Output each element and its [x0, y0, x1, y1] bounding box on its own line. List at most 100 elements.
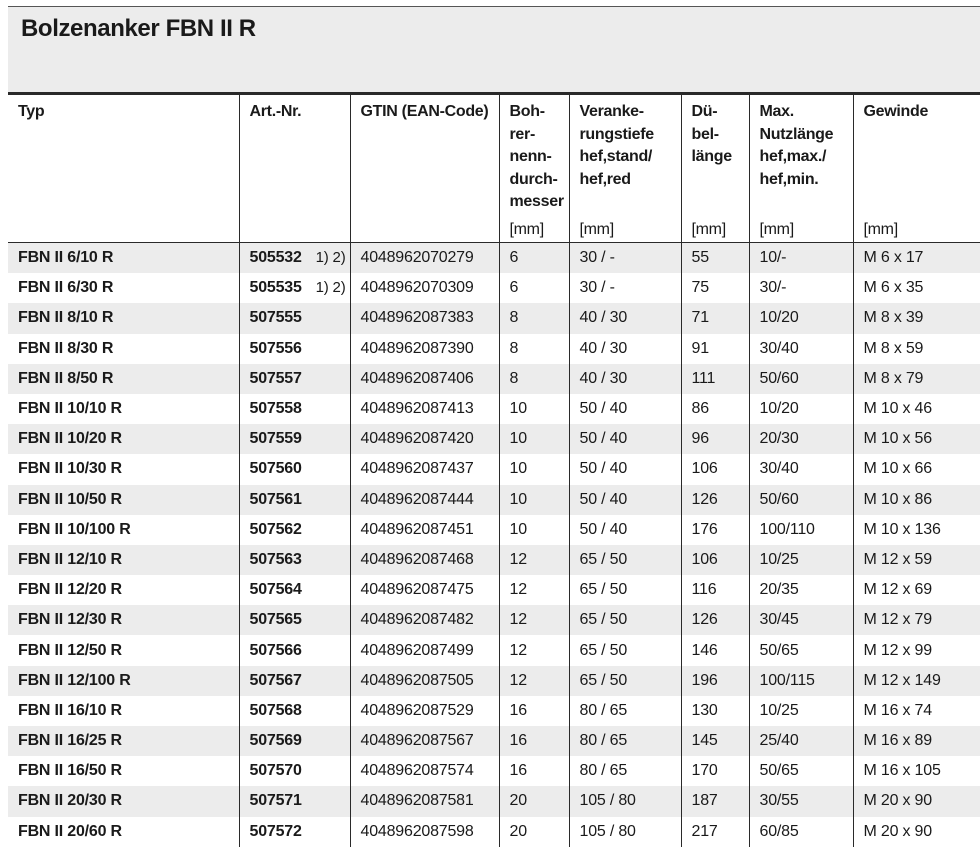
cell-duebellaenge: 196 — [681, 665, 750, 696]
cell-nutzlaenge: 30/40 — [749, 333, 854, 364]
art-nr-value: 507572 — [249, 822, 302, 840]
cell-gtin: 4048962070309 — [350, 273, 500, 304]
cell-gtin: 4048962087529 — [350, 695, 500, 726]
cell-nutzlaenge: 30/- — [749, 273, 854, 304]
cell-verankerungstiefe: 65 / 50 — [569, 544, 682, 576]
cell-art-nr: 507570 — [239, 756, 351, 787]
cell-gewinde: M 12 x 99 — [853, 635, 980, 666]
table-row: FBN II 16/50 R 507570 4048962087574 16 80 / … — [8, 756, 980, 787]
cell-bohrer: 12 — [499, 544, 570, 576]
header-label: Max. Nutzlänge hef,max./ hef,min. — [759, 103, 834, 188]
cell-verankerungstiefe: 50 / 40 — [569, 393, 682, 425]
cell-verankerungstiefe: 50 / 40 — [569, 484, 682, 515]
cell-nutzlaenge: 30/55 — [749, 786, 854, 817]
cell-gewinde: M 16 x 74 — [853, 695, 980, 726]
cell-nutzlaenge: 20/30 — [749, 424, 854, 455]
cell-typ: FBN II 10/10 R — [8, 393, 240, 425]
cell-duebellaenge: 116 — [681, 575, 750, 606]
cell-typ: FBN II 20/30 R — [8, 786, 240, 817]
col-typ-header: Typ — [8, 95, 240, 243]
cell-typ: FBN II 8/10 R — [8, 303, 240, 334]
cell-bohrer: 10 — [499, 424, 570, 455]
cell-duebellaenge: 75 — [681, 273, 750, 304]
cell-art-nr: 507569 — [239, 726, 351, 757]
cell-verankerungstiefe: 65 / 50 — [569, 665, 682, 696]
table-body: FBN II 6/10 R 505532 1) 2) 4048962070279 6 30… — [8, 242, 980, 847]
table-row: FBN II 6/10 R 505532 1) 2) 4048962070279 6 30… — [8, 242, 980, 274]
cell-gewinde: M 10 x 66 — [853, 454, 980, 485]
cell-typ: FBN II 12/20 R — [8, 575, 240, 606]
header-label: Gewinde — [863, 103, 929, 120]
table-row: FBN II 12/50 R 507566 4048962087499 12 65 / … — [8, 635, 980, 666]
art-nr-value: 507561 — [249, 490, 302, 508]
header-label: Boh- rer- nenn- durch- messer — [509, 103, 565, 210]
cell-verankerungstiefe: 80 / 65 — [569, 726, 682, 757]
cell-bohrer: 8 — [499, 333, 570, 364]
cell-gewinde: M 8 x 39 — [853, 303, 980, 334]
cell-duebellaenge: 130 — [681, 695, 750, 726]
art-nr-value: 507562 — [249, 520, 302, 538]
cell-typ: FBN II 10/50 R — [8, 484, 240, 515]
cell-gewinde: M 10 x 86 — [853, 484, 980, 515]
cell-art-nr: 507558 — [239, 393, 351, 425]
cell-gewinde: M 16 x 89 — [853, 726, 980, 757]
header-label: Typ — [18, 103, 45, 120]
cell-gewinde: M 20 x 90 — [853, 816, 980, 847]
cell-nutzlaenge: 50/60 — [749, 363, 854, 394]
cell-duebellaenge: 96 — [681, 424, 750, 455]
cell-bohrer: 6 — [499, 242, 570, 274]
cell-art-nr: 505532 1) 2) — [239, 242, 351, 274]
cell-nutzlaenge: 30/40 — [749, 454, 854, 485]
col-art-nr-header: Art.-Nr. — [239, 95, 351, 243]
art-nr-value: 507567 — [249, 671, 302, 689]
table-row: FBN II 8/10 R 507555 4048962087383 8 40 / 30… — [8, 303, 980, 334]
cell-typ: FBN II 8/30 R — [8, 333, 240, 364]
cell-nutzlaenge: 20/35 — [749, 575, 854, 606]
header-label: Veranke- rungstiefe hef,stand/ hef,red — [579, 103, 655, 188]
cell-nutzlaenge: 10/- — [749, 242, 854, 274]
cell-verankerungstiefe: 40 / 30 — [569, 363, 682, 394]
art-nr-value: 507560 — [249, 460, 302, 478]
cell-typ: FBN II 12/50 R — [8, 635, 240, 666]
cell-gtin: 4048962087475 — [350, 575, 500, 606]
cell-nutzlaenge: 30/45 — [749, 605, 854, 636]
cell-gtin: 4048962087581 — [350, 786, 500, 817]
table-row: FBN II 8/50 R 507557 4048962087406 8 40 / 30… — [8, 363, 980, 394]
cell-gtin: 4048962070279 — [350, 242, 500, 274]
cell-duebellaenge: 91 — [681, 333, 750, 364]
table-row: FBN II 20/30 R 507571 4048962087581 20 105 /… — [8, 786, 980, 817]
table-row: FBN II 12/10 R 507563 4048962087468 12 65 / … — [8, 544, 980, 576]
cell-art-nr: 507566 — [239, 635, 351, 666]
table-row: FBN II 6/30 R 505535 1) 2) 4048962070309 6 30… — [8, 273, 980, 304]
cell-duebellaenge: 187 — [681, 786, 750, 817]
product-table: Typ Art.-Nr. GTIN (EAN-Code) Boh- rer- nenn… — [8, 95, 980, 847]
cell-art-nr: 507559 — [239, 424, 351, 455]
cell-verankerungstiefe: 65 / 50 — [569, 635, 682, 666]
cell-gtin: 4048962087406 — [350, 363, 500, 394]
cell-typ: FBN II 6/10 R — [8, 242, 240, 274]
cell-nutzlaenge: 50/60 — [749, 484, 854, 515]
cell-nutzlaenge: 50/65 — [749, 635, 854, 666]
art-nr-value: 507570 — [249, 762, 302, 780]
header-unit: [mm] — [579, 221, 615, 238]
cell-gewinde: M 12 x 149 — [853, 665, 980, 696]
cell-nutzlaenge: 10/20 — [749, 303, 854, 334]
cell-duebellaenge: 217 — [681, 816, 750, 847]
cell-bohrer: 16 — [499, 695, 570, 726]
cell-bohrer: 6 — [499, 273, 570, 304]
table-row: FBN II 10/20 R 507559 4048962087420 10 50 / … — [8, 424, 980, 455]
col-max-nutzlaenge-header: Max. Nutzlänge hef,max./ hef,min. [mm] — [749, 95, 854, 243]
cell-typ: FBN II 12/100 R — [8, 665, 240, 696]
cell-bohrer: 10 — [499, 514, 570, 545]
cell-bohrer: 8 — [499, 363, 570, 394]
art-nr-value: 507565 — [249, 611, 302, 629]
art-nr-value: 507569 — [249, 732, 302, 750]
cell-gtin: 4048962087598 — [350, 816, 500, 847]
table-row: FBN II 16/10 R 507568 4048962087529 16 80 / … — [8, 695, 980, 726]
cell-duebellaenge: 126 — [681, 605, 750, 636]
table-row: FBN II 12/100 R 507567 4048962087505 12 65 /… — [8, 665, 980, 696]
table-row: FBN II 8/30 R 507556 4048962087390 8 40 / 30… — [8, 333, 980, 364]
cell-gtin: 4048962087567 — [350, 726, 500, 757]
art-nr-value: 507555 — [249, 309, 302, 327]
cell-gewinde: M 12 x 69 — [853, 575, 980, 606]
